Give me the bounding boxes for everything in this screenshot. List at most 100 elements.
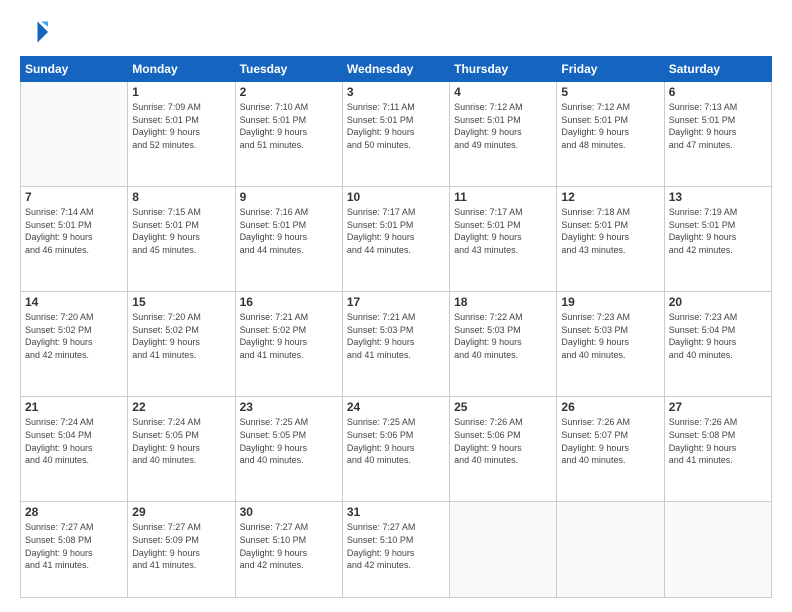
- calendar: SundayMondayTuesdayWednesdayThursdayFrid…: [20, 56, 772, 598]
- day-number: 2: [240, 85, 338, 99]
- calendar-week-2: 7 Sunrise: 7:14 AM Sunset: 5:01 PM Daylig…: [21, 187, 772, 292]
- calendar-cell: 27 Sunrise: 7:26 AM Sunset: 5:08 PM Dayli…: [664, 397, 771, 502]
- day-number: 29: [132, 505, 230, 519]
- day-info: Sunrise: 7:15 AM Sunset: 5:01 PM Dayligh…: [132, 206, 230, 256]
- calendar-cell: 6Sunrise: 7:13 AM Sunset: 5:01 PM Daylig…: [664, 82, 771, 187]
- calendar-cell: 4Sunrise: 7:12 AM Sunset: 5:01 PM Daylig…: [450, 82, 557, 187]
- day-info: Sunrise: 7:22 AM Sunset: 5:03 PM Dayligh…: [454, 311, 552, 361]
- day-number: 31: [347, 505, 445, 519]
- day-number: 16: [240, 295, 338, 309]
- day-number: 15: [132, 295, 230, 309]
- day-number: 28: [25, 505, 123, 519]
- calendar-week-5: 28 Sunrise: 7:27 AM Sunset: 5:08 PM Dayli…: [21, 502, 772, 598]
- calendar-cell: 25 Sunrise: 7:26 AM Sunset: 5:06 PM Dayli…: [450, 397, 557, 502]
- calendar-cell: 7 Sunrise: 7:14 AM Sunset: 5:01 PM Daylig…: [21, 187, 128, 292]
- calendar-week-1: 1 Sunrise: 7:09 AM Sunset: 5:01 PM Daylig…: [21, 82, 772, 187]
- calendar-header-row: SundayMondayTuesdayWednesdayThursdayFrid…: [21, 57, 772, 82]
- day-number: 12: [561, 190, 659, 204]
- calendar-cell: [557, 502, 664, 598]
- day-header-saturday: Saturday: [664, 57, 771, 82]
- day-number: 10: [347, 190, 445, 204]
- day-header-monday: Monday: [128, 57, 235, 82]
- day-number: 17: [347, 295, 445, 309]
- calendar-cell: 14Sunrise: 7:20 AM Sunset: 5:02 PM Dayli…: [21, 292, 128, 397]
- day-header-friday: Friday: [557, 57, 664, 82]
- calendar-cell: [21, 82, 128, 187]
- day-number: 3: [347, 85, 445, 99]
- day-info: Sunrise: 7:10 AM Sunset: 5:01 PM Dayligh…: [240, 101, 338, 151]
- day-number: 6: [669, 85, 767, 99]
- calendar-cell: 22 Sunrise: 7:24 AM Sunset: 5:05 PM Dayli…: [128, 397, 235, 502]
- day-info: Sunrise: 7:24 AM Sunset: 5:04 PM Dayligh…: [25, 416, 123, 466]
- calendar-cell: 16 Sunrise: 7:21 AM Sunset: 5:02 PM Dayli…: [235, 292, 342, 397]
- calendar-cell: 11 Sunrise: 7:17 AM Sunset: 5:01 PM Dayli…: [450, 187, 557, 292]
- calendar-cell: 1 Sunrise: 7:09 AM Sunset: 5:01 PM Daylig…: [128, 82, 235, 187]
- calendar-cell: 19 Sunrise: 7:23 AM Sunset: 5:03 PM Dayli…: [557, 292, 664, 397]
- day-info: Sunrise: 7:25 AM Sunset: 5:06 PM Dayligh…: [347, 416, 445, 466]
- day-info: Sunrise: 7:14 AM Sunset: 5:01 PM Dayligh…: [25, 206, 123, 256]
- logo: [20, 18, 52, 46]
- day-info: Sunrise: 7:17 AM Sunset: 5:01 PM Dayligh…: [454, 206, 552, 256]
- day-number: 26: [561, 400, 659, 414]
- day-number: 21: [25, 400, 123, 414]
- day-info: Sunrise: 7:26 AM Sunset: 5:07 PM Dayligh…: [561, 416, 659, 466]
- calendar-cell: 3 Sunrise: 7:11 AM Sunset: 5:01 PM Daylig…: [342, 82, 449, 187]
- day-number: 11: [454, 190, 552, 204]
- calendar-cell: 10 Sunrise: 7:17 AM Sunset: 5:01 PM Dayli…: [342, 187, 449, 292]
- day-number: 7: [25, 190, 123, 204]
- day-info: Sunrise: 7:23 AM Sunset: 5:04 PM Dayligh…: [669, 311, 767, 361]
- day-info: Sunrise: 7:23 AM Sunset: 5:03 PM Dayligh…: [561, 311, 659, 361]
- calendar-cell: 29 Sunrise: 7:27 AM Sunset: 5:09 PM Dayli…: [128, 502, 235, 598]
- day-info: Sunrise: 7:21 AM Sunset: 5:02 PM Dayligh…: [240, 311, 338, 361]
- day-info: Sunrise: 7:27 AM Sunset: 5:08 PM Dayligh…: [25, 521, 123, 571]
- day-info: Sunrise: 7:12 AM Sunset: 5:01 PM Dayligh…: [454, 101, 552, 151]
- calendar-cell: 24 Sunrise: 7:25 AM Sunset: 5:06 PM Dayli…: [342, 397, 449, 502]
- calendar-cell: 13Sunrise: 7:19 AM Sunset: 5:01 PM Dayli…: [664, 187, 771, 292]
- calendar-cell: 9Sunrise: 7:16 AM Sunset: 5:01 PM Daylig…: [235, 187, 342, 292]
- day-number: 18: [454, 295, 552, 309]
- day-number: 30: [240, 505, 338, 519]
- calendar-cell: 12Sunrise: 7:18 AM Sunset: 5:01 PM Dayli…: [557, 187, 664, 292]
- day-info: Sunrise: 7:20 AM Sunset: 5:02 PM Dayligh…: [25, 311, 123, 361]
- calendar-cell: 26 Sunrise: 7:26 AM Sunset: 5:07 PM Dayli…: [557, 397, 664, 502]
- calendar-cell: 18 Sunrise: 7:22 AM Sunset: 5:03 PM Dayli…: [450, 292, 557, 397]
- calendar-cell: 8 Sunrise: 7:15 AM Sunset: 5:01 PM Daylig…: [128, 187, 235, 292]
- day-info: Sunrise: 7:09 AM Sunset: 5:01 PM Dayligh…: [132, 101, 230, 151]
- day-header-wednesday: Wednesday: [342, 57, 449, 82]
- day-number: 25: [454, 400, 552, 414]
- day-number: 5: [561, 85, 659, 99]
- day-info: Sunrise: 7:12 AM Sunset: 5:01 PM Dayligh…: [561, 101, 659, 151]
- day-info: Sunrise: 7:17 AM Sunset: 5:01 PM Dayligh…: [347, 206, 445, 256]
- day-info: Sunrise: 7:26 AM Sunset: 5:06 PM Dayligh…: [454, 416, 552, 466]
- day-number: 19: [561, 295, 659, 309]
- calendar-cell: 21 Sunrise: 7:24 AM Sunset: 5:04 PM Dayli…: [21, 397, 128, 502]
- day-info: Sunrise: 7:24 AM Sunset: 5:05 PM Dayligh…: [132, 416, 230, 466]
- calendar-week-4: 21 Sunrise: 7:24 AM Sunset: 5:04 PM Dayli…: [21, 397, 772, 502]
- day-number: 24: [347, 400, 445, 414]
- day-header-sunday: Sunday: [21, 57, 128, 82]
- calendar-cell: 15 Sunrise: 7:20 AM Sunset: 5:02 PM Dayli…: [128, 292, 235, 397]
- day-number: 9: [240, 190, 338, 204]
- day-number: 22: [132, 400, 230, 414]
- day-info: Sunrise: 7:21 AM Sunset: 5:03 PM Dayligh…: [347, 311, 445, 361]
- day-info: Sunrise: 7:27 AM Sunset: 5:10 PM Dayligh…: [347, 521, 445, 571]
- day-info: Sunrise: 7:26 AM Sunset: 5:08 PM Dayligh…: [669, 416, 767, 466]
- calendar-cell: 17 Sunrise: 7:21 AM Sunset: 5:03 PM Dayli…: [342, 292, 449, 397]
- page: SundayMondayTuesdayWednesdayThursdayFrid…: [0, 0, 792, 612]
- day-number: 27: [669, 400, 767, 414]
- day-number: 1: [132, 85, 230, 99]
- day-info: Sunrise: 7:25 AM Sunset: 5:05 PM Dayligh…: [240, 416, 338, 466]
- calendar-cell: [450, 502, 557, 598]
- calendar-cell: 5 Sunrise: 7:12 AM Sunset: 5:01 PM Daylig…: [557, 82, 664, 187]
- logo-icon: [20, 18, 48, 46]
- day-info: Sunrise: 7:19 AM Sunset: 5:01 PM Dayligh…: [669, 206, 767, 256]
- day-number: 8: [132, 190, 230, 204]
- calendar-cell: 20Sunrise: 7:23 AM Sunset: 5:04 PM Dayli…: [664, 292, 771, 397]
- day-info: Sunrise: 7:20 AM Sunset: 5:02 PM Dayligh…: [132, 311, 230, 361]
- calendar-cell: 23Sunrise: 7:25 AM Sunset: 5:05 PM Dayli…: [235, 397, 342, 502]
- day-info: Sunrise: 7:11 AM Sunset: 5:01 PM Dayligh…: [347, 101, 445, 151]
- day-info: Sunrise: 7:27 AM Sunset: 5:09 PM Dayligh…: [132, 521, 230, 571]
- calendar-cell: 2 Sunrise: 7:10 AM Sunset: 5:01 PM Daylig…: [235, 82, 342, 187]
- calendar-cell: 30Sunrise: 7:27 AM Sunset: 5:10 PM Dayli…: [235, 502, 342, 598]
- header: [20, 18, 772, 46]
